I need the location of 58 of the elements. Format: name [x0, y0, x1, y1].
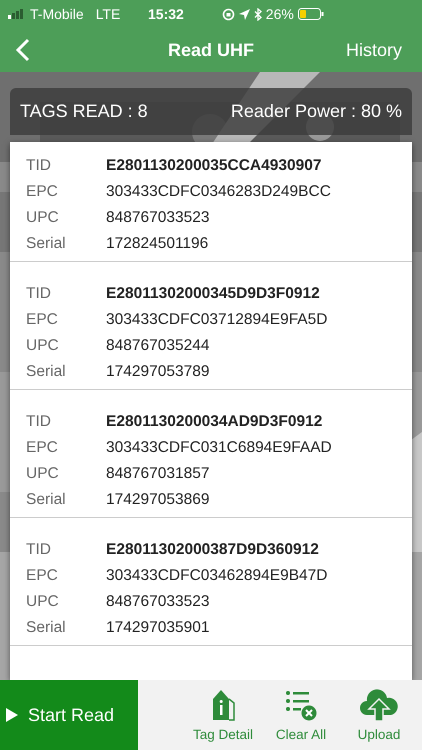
tag-card[interactable]: TID E2801130200034AD9D3F0912 EPC 303433CDFC031C6894E9FAAD UPC 848767031857 Serial 174297053869: [10, 390, 412, 518]
field-value: 174297053789: [106, 362, 210, 382]
start-read-button[interactable]: Start Read: [0, 680, 138, 750]
field-label: TID: [26, 540, 52, 560]
field-value: 303433CDFC031C6894E9FAAD: [106, 438, 332, 458]
field-label: UPC: [26, 208, 60, 228]
field-value: 172824501196: [106, 234, 208, 254]
location-icon: [238, 8, 250, 20]
field-label: TID: [26, 156, 52, 176]
back-button[interactable]: [16, 38, 30, 62]
field-label: EPC: [26, 566, 59, 586]
field-label: EPC: [26, 182, 59, 202]
clear-all-button[interactable]: Clear All: [266, 684, 336, 746]
field-value: 848767033523: [106, 208, 210, 228]
play-icon: [6, 708, 18, 722]
network-type: LTE: [96, 4, 120, 24]
field-value: E2801130200035CCA4930907: [106, 156, 322, 176]
clock: 15:32: [148, 4, 184, 24]
field-value: E2801130200034AD9D3F0912: [106, 412, 322, 432]
field-label: TID: [26, 284, 52, 304]
tags-read-count: TAGS READ : 8: [20, 100, 148, 123]
field-label: UPC: [26, 592, 60, 612]
rotation-lock-icon: [222, 8, 235, 20]
field-label: Serial: [26, 362, 67, 382]
carrier-name: T-Mobile: [30, 4, 84, 24]
field-label: UPC: [26, 464, 60, 484]
field-value: 848767035244: [106, 336, 210, 356]
tag-card[interactable]: TID E2801130200035CCA4930907 EPC 303433CDFC0346283D249BCC UPC 848767033523 Serial 172824501196: [10, 142, 412, 262]
field-value: 303433CDFC0346283D249BCC: [106, 182, 331, 202]
tag-card[interactable]: TID E28011302000387D9D360912 EPC 303433CDFC03462894E9B47D UPC 848767033523 Serial 174297035901: [10, 518, 412, 646]
upload-button[interactable]: Upload: [344, 684, 414, 746]
field-value: 303433CDFC03712894E9FA5D: [106, 310, 328, 330]
field-label: Serial: [26, 618, 67, 638]
screen-title: Read UHF: [168, 38, 254, 62]
field-value: E28011302000345D9D3F0912: [106, 284, 320, 304]
field-label: EPC: [26, 438, 59, 458]
back-icon: [16, 38, 30, 62]
field-value: 848767031857: [106, 464, 210, 484]
tag-card[interactable]: TID E28011302000345D9D3F0912 EPC 303433CDFC03712894E9FA5D UPC 848767035244 Serial 174297053789: [10, 262, 412, 390]
history-button[interactable]: History: [346, 36, 402, 64]
field-value: 174297053869: [106, 490, 210, 510]
cloud-upload-icon: [359, 688, 399, 721]
field-value: 174297035901: [106, 618, 210, 638]
tag-detail-button[interactable]: Tag Detail: [188, 684, 258, 746]
field-value: 848767033523: [106, 592, 210, 612]
field-value: 303433CDFC03462894E9B47D: [106, 566, 328, 586]
battery-percent: 26%: [266, 4, 294, 24]
battery-icon: [298, 8, 324, 20]
clear-list-icon: [285, 688, 317, 721]
field-value: E28011302000387D9D360912: [106, 540, 319, 560]
field-label: UPC: [26, 336, 60, 356]
field-label: EPC: [26, 310, 59, 330]
signal-icon: [8, 9, 26, 19]
field-label: Serial: [26, 234, 67, 254]
field-label: Serial: [26, 490, 67, 510]
field-label: TID: [26, 412, 52, 432]
bluetooth-icon: [254, 8, 262, 20]
reader-power: Reader Power : 80 %: [230, 100, 402, 123]
